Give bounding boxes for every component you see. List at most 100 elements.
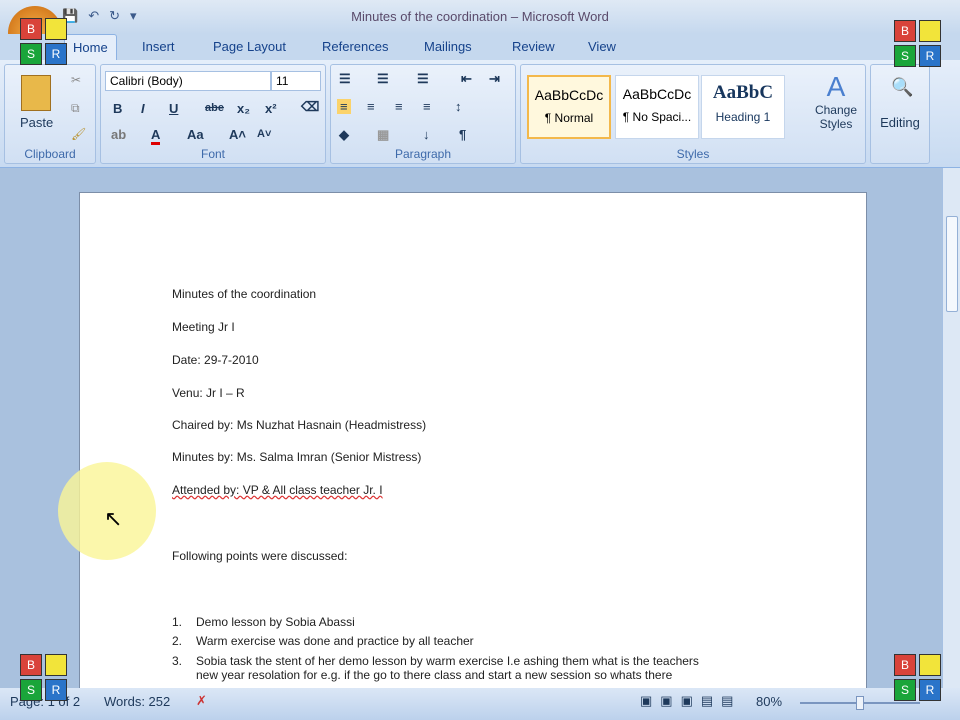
tab-review[interactable]: Review <box>512 39 555 54</box>
editing-group[interactable]: 🔍 Editing <box>870 64 930 164</box>
shrink-font-button[interactable]: A˅ <box>257 128 271 140</box>
vertical-scrollbar[interactable] <box>942 168 960 688</box>
sort-icon[interactable]: ↓ <box>423 127 430 142</box>
bsr-overlay-logo: BSR <box>894 20 941 67</box>
numbering-icon[interactable]: ☰ <box>377 71 389 87</box>
format-painter-icon[interactable]: 🖌 <box>71 127 86 141</box>
multilevel-list-icon[interactable]: ☰ <box>417 71 429 87</box>
shading-icon[interactable]: ◆ <box>339 127 349 143</box>
decrease-indent-icon[interactable]: ⇤ <box>461 71 472 87</box>
font-size-select[interactable]: 11 <box>271 71 321 91</box>
doc-line: Following points were discussed: <box>172 549 348 563</box>
grow-font-button[interactable]: A˄ <box>229 127 246 142</box>
clipboard-label: Clipboard <box>24 147 76 161</box>
justify-icon[interactable]: ≡ <box>423 99 431 114</box>
align-right-icon[interactable]: ≡ <box>395 99 403 114</box>
tab-home[interactable]: Home <box>64 34 117 61</box>
list-number: 2. <box>172 634 183 648</box>
undo-icon[interactable]: ↶ <box>88 8 99 24</box>
styles-label: Styles <box>676 147 710 161</box>
zoom-slider-thumb[interactable] <box>856 696 864 710</box>
style-no-spacing[interactable]: AaBbCcDc ¶ No Spaci... <box>615 75 699 139</box>
document-page[interactable]: Minutes of the coordination Meeting Jr I… <box>79 192 867 712</box>
show-formatting-button[interactable]: ¶ <box>459 127 466 142</box>
style-preview: AaBbCcDc <box>534 87 604 103</box>
align-left-icon[interactable]: ≡ <box>337 99 351 114</box>
scrollbar-thumb[interactable] <box>946 216 958 312</box>
font-color-button[interactable]: A <box>151 127 161 145</box>
align-center-icon[interactable]: ≡ <box>367 99 375 114</box>
borders-icon[interactable]: ▦ <box>377 127 389 143</box>
bsr-overlay-logo: BSR <box>894 654 941 701</box>
tab-insert[interactable]: Insert <box>142 39 175 54</box>
doc-line: Date: 29-7-2010 <box>172 353 259 367</box>
paste-button[interactable]: Paste <box>20 115 53 130</box>
subscript-button[interactable]: x₂ <box>237 101 250 116</box>
clipboard-group: Paste ✂ ⧉ 🖌 Clipboard <box>4 64 96 164</box>
ribbon: Paste ✂ ⧉ 🖌 Clipboard Calibri (Body) 11 … <box>0 60 960 168</box>
highlight-icon[interactable]: ab <box>111 127 126 142</box>
tab-mailings[interactable]: Mailings <box>424 39 472 54</box>
mouse-pointer-icon: ↖ <box>104 506 123 531</box>
view-buttons-icon[interactable]: ▣▣▣▤▤ <box>640 693 741 709</box>
bsr-overlay-logo: BSR <box>20 18 67 65</box>
title-bar: Minutes of the coordination – Microsoft … <box>0 0 960 34</box>
bsr-overlay-logo: BSR <box>20 654 67 701</box>
proofing-icon[interactable]: ✗ <box>196 693 207 709</box>
zoom-level[interactable]: 80% <box>756 694 782 709</box>
list-text-continued: new year resolation for e.g. if the go t… <box>196 668 673 682</box>
change-styles-button[interactable]: A Change Styles <box>809 71 863 131</box>
document-area: Minutes of the coordination Meeting Jr I… <box>0 168 942 712</box>
change-case-button[interactable]: Aa <box>187 127 204 142</box>
doc-line: Chaired by: Ms Nuzhat Hasnain (Headmistr… <box>172 418 427 432</box>
italic-button[interactable]: I <box>141 101 145 116</box>
increase-indent-icon[interactable]: ⇥ <box>489 71 500 87</box>
find-icon: 🔍 <box>891 77 914 97</box>
redo-icon[interactable]: ↻ <box>109 8 120 24</box>
style-name: ¶ No Spaci... <box>622 110 692 124</box>
styles-group: AaBbCcDc ¶ Normal AaBbCcDc ¶ No Spaci...… <box>520 64 866 164</box>
list-text: Sobia task the stent of her demo lesson … <box>196 654 699 668</box>
window-title: Minutes of the coordination – Microsoft … <box>351 9 609 24</box>
paragraph-group: ☰ ☰ ☰ ⇤ ⇥ ≡ ≡ ≡ ≡ ↕ ◆ ▦ ↓ ¶ Paragraph <box>330 64 516 164</box>
clear-formatting-icon[interactable]: ⌫ <box>301 99 319 115</box>
tab-page-layout[interactable]: Page Layout <box>213 39 286 54</box>
list-number: 3. <box>172 654 183 668</box>
ribbon-tabs: Home Insert Page Layout References Maili… <box>0 34 960 61</box>
status-bar: Page: 1 of 2 Words: 252 ✗ ▣▣▣▤▤ 80% <box>0 688 960 720</box>
line-spacing-icon[interactable]: ↕ <box>455 99 462 114</box>
paragraph-label: Paragraph <box>394 147 452 161</box>
change-styles-label: Change Styles <box>814 103 858 131</box>
underline-button[interactable]: U <box>169 101 178 116</box>
list-text: Warm exercise was done and practice by a… <box>196 634 474 648</box>
style-normal[interactable]: AaBbCcDc ¶ Normal <box>527 75 611 139</box>
editing-label: Editing <box>880 115 920 130</box>
zoom-slider[interactable] <box>800 696 920 710</box>
word-count[interactable]: Words: 252 <box>104 694 170 709</box>
bold-button[interactable]: B <box>113 101 122 116</box>
quick-access-toolbar: 💾 ↶ ↻ ▾ <box>62 8 137 24</box>
style-heading-1[interactable]: AaBbC Heading 1 <box>701 75 785 139</box>
font-name-select[interactable]: Calibri (Body) <box>105 71 271 91</box>
doc-line: Meeting Jr I <box>172 320 235 334</box>
paste-icon[interactable] <box>21 75 51 111</box>
strikethrough-button[interactable]: abe <box>205 102 224 114</box>
copy-icon[interactable]: ⧉ <box>71 101 80 116</box>
cut-icon[interactable]: ✂ <box>71 73 81 87</box>
tab-view[interactable]: View <box>588 39 616 54</box>
doc-line: Minutes by: Ms. Salma Imran (Senior Mist… <box>172 450 422 464</box>
bullets-icon[interactable]: ☰ <box>339 71 351 87</box>
customize-qat-icon[interactable]: ▾ <box>130 8 137 24</box>
superscript-button[interactable]: x² <box>265 101 277 116</box>
list-item: 3. Sobia task the stent of her demo lesso… <box>172 654 699 682</box>
list-item: 1. Demo lesson by Sobia Abassi <box>172 615 355 629</box>
style-name: Heading 1 <box>715 110 771 124</box>
list-number: 1. <box>172 615 183 629</box>
list-item: 2. Warm exercise was done and practice by… <box>172 634 474 648</box>
doc-line: Venu: Jr I – R <box>172 386 245 400</box>
font-group: Calibri (Body) 11 B I U abe x₂ x² ⌫ ab A… <box>100 64 326 164</box>
style-preview: AaBbC <box>712 82 774 103</box>
change-styles-icon: A <box>826 71 846 102</box>
list-text: Demo lesson by Sobia Abassi <box>196 615 355 629</box>
tab-references[interactable]: References <box>322 39 388 54</box>
